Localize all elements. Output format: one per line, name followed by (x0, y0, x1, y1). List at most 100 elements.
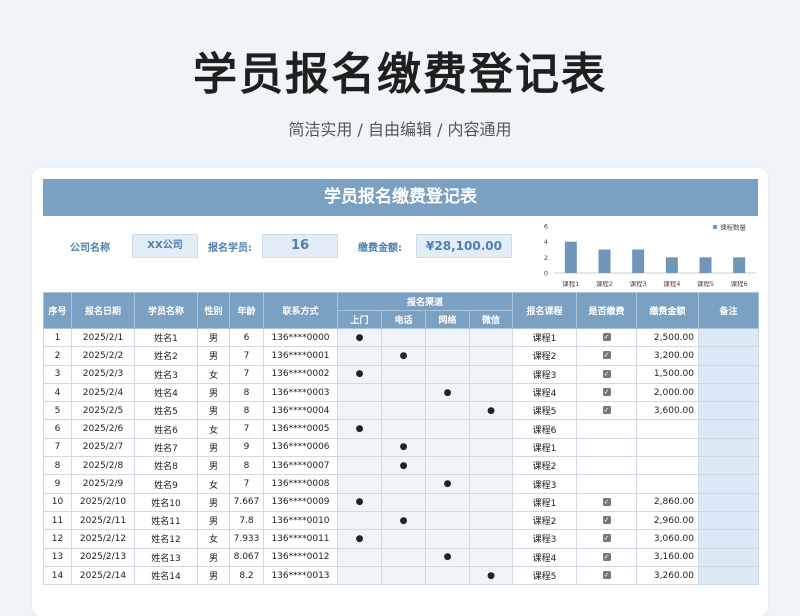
channel-dot-icon[interactable]: ● (337, 492, 382, 512)
cell-date[interactable]: 2025/2/10 (71, 492, 135, 512)
cell-note[interactable] (698, 547, 759, 567)
checkbox-checked-icon[interactable]: ✓ (602, 497, 611, 506)
cell-amount[interactable]: 2,500.00 (636, 327, 699, 348)
cell-channel[interactable] (425, 437, 470, 458)
cell-age[interactable]: 7.933 (229, 529, 264, 549)
cell-contact[interactable]: 136****0011 (263, 529, 338, 549)
cell-course[interactable]: 课程2 (512, 456, 577, 476)
cell-name[interactable]: 姓名10 (134, 492, 198, 512)
cell-amount[interactable] (636, 419, 699, 439)
cell-date[interactable]: 2025/2/7 (71, 437, 135, 458)
cell-age[interactable]: 7 (229, 474, 264, 494)
table-row[interactable]: 6 2025/2/6 姓名6 女 7 136****0005 ● 课程6 (43, 419, 759, 439)
cell-paid[interactable]: ✓ (576, 364, 637, 384)
channel-dot-icon[interactable]: ● (425, 382, 470, 403)
checkbox-checked-icon[interactable]: ✓ (602, 351, 611, 360)
cell-gender[interactable]: 男 (197, 510, 230, 531)
cell-paid[interactable]: ✓ (576, 327, 637, 348)
cell-note[interactable] (698, 529, 759, 549)
cell-name[interactable]: 姓名13 (134, 547, 198, 567)
cell-note[interactable] (698, 474, 759, 494)
cell-contact[interactable]: 136****0002 (263, 364, 338, 384)
cell-no[interactable]: 8 (43, 456, 72, 476)
cell-name[interactable]: 姓名7 (134, 437, 198, 458)
cell-no[interactable]: 4 (43, 382, 72, 403)
cell-gender[interactable]: 男 (197, 327, 230, 348)
cell-contact[interactable]: 136****0001 (263, 346, 338, 366)
cell-age[interactable]: 8 (229, 401, 264, 421)
cell-channel[interactable] (337, 565, 382, 586)
cell-channel[interactable] (337, 346, 382, 366)
cell-gender[interactable]: 男 (197, 401, 230, 421)
cell-channel[interactable] (425, 419, 470, 439)
cell-note[interactable] (698, 327, 759, 348)
cell-paid[interactable]: ✓ (576, 382, 637, 403)
cell-gender[interactable]: 女 (197, 364, 230, 384)
cell-channel[interactable] (337, 456, 382, 476)
cell-paid[interactable]: ✓ (576, 510, 637, 531)
cell-age[interactable]: 7 (229, 419, 264, 439)
cell-date[interactable]: 2025/2/4 (71, 382, 135, 403)
cell-no[interactable]: 13 (43, 547, 72, 567)
table-row[interactable]: 12 2025/2/12 姓名12 女 7.933 136****0011 ● 课程3 ✓ 3,0… (43, 529, 759, 549)
cell-date[interactable]: 2025/2/6 (71, 419, 135, 439)
cell-date[interactable]: 2025/2/8 (71, 456, 135, 476)
cell-course[interactable]: 课程4 (512, 382, 577, 403)
cell-gender[interactable]: 男 (197, 492, 230, 512)
cell-name[interactable]: 姓名4 (134, 382, 198, 403)
cell-channel[interactable] (381, 419, 426, 439)
cell-note[interactable] (698, 401, 759, 421)
cell-name[interactable]: 姓名2 (134, 346, 198, 366)
cell-paid[interactable]: ✓ (576, 492, 637, 512)
cell-no[interactable]: 12 (43, 529, 72, 549)
cell-course[interactable]: 课程1 (512, 327, 577, 348)
table-row[interactable]: 11 2025/2/11 姓名11 男 7.8 136****0010 ● 课程2 ✓ 2,960… (43, 510, 759, 531)
cell-age[interactable]: 8 (229, 382, 264, 403)
cell-gender[interactable]: 男 (197, 547, 230, 567)
cell-date[interactable]: 2025/2/1 (71, 327, 135, 348)
table-row[interactable]: 1 2025/2/1 姓名1 男 6 136****0000 ● 课程1 ✓ 2,500.00 (43, 327, 759, 348)
cell-channel[interactable] (425, 364, 470, 384)
cell-name[interactable]: 姓名8 (134, 456, 198, 476)
cell-note[interactable] (698, 565, 759, 586)
cell-contact[interactable]: 136****0005 (263, 419, 338, 439)
cell-date[interactable]: 2025/2/11 (71, 510, 135, 531)
cell-channel[interactable] (337, 547, 382, 567)
table-row[interactable]: 9 2025/2/9 姓名9 女 7 136****0008 ● 课程3 (43, 474, 759, 494)
cell-no[interactable]: 10 (43, 492, 72, 512)
channel-dot-icon[interactable]: ● (381, 437, 426, 458)
checkbox-checked-icon[interactable]: ✓ (602, 388, 611, 397)
checkbox-checked-icon[interactable]: ✓ (602, 571, 611, 579)
cell-channel[interactable] (425, 529, 470, 549)
channel-dot-icon[interactable]: ● (337, 364, 382, 384)
cell-age[interactable]: 8 (229, 456, 264, 476)
cell-name[interactable]: 姓名1 (134, 327, 198, 348)
cell-channel[interactable] (425, 492, 470, 512)
table-row[interactable]: 8 2025/2/8 姓名8 男 8 136****0007 ● 课程2 (43, 456, 759, 476)
cell-course[interactable]: 课程1 (512, 492, 577, 512)
cell-course[interactable]: 课程2 (512, 510, 577, 531)
cell-channel[interactable] (337, 474, 382, 494)
cell-channel[interactable] (469, 547, 513, 567)
cell-channel[interactable] (469, 456, 513, 476)
cell-age[interactable]: 6 (229, 327, 264, 348)
cell-paid[interactable] (576, 437, 637, 458)
cell-channel[interactable] (425, 565, 470, 586)
cell-gender[interactable]: 女 (197, 529, 230, 549)
cell-course[interactable]: 课程4 (512, 547, 577, 567)
cell-date[interactable]: 2025/2/5 (71, 401, 135, 421)
cell-name[interactable]: 姓名12 (134, 529, 198, 549)
cell-channel[interactable] (469, 529, 513, 549)
cell-channel[interactable] (337, 382, 382, 403)
table-row[interactable]: 10 2025/2/10 姓名10 男 7.667 136****0009 ● 课程1 ✓ 2,8… (43, 492, 759, 512)
cell-channel[interactable] (381, 492, 426, 512)
checkbox-checked-icon[interactable]: ✓ (602, 333, 611, 342)
cell-no[interactable]: 3 (43, 364, 72, 384)
channel-dot-icon[interactable]: ● (337, 529, 382, 549)
cell-age[interactable]: 7 (229, 346, 264, 366)
cell-amount[interactable]: 2,000.00 (636, 382, 699, 403)
cell-date[interactable]: 2025/2/13 (71, 547, 135, 567)
table-row[interactable]: 3 2025/2/3 姓名3 女 7 136****0002 ● 课程3 ✓ 1,500.00 (43, 364, 759, 384)
cell-date[interactable]: 2025/2/12 (71, 529, 135, 549)
cell-amount[interactable]: 2,960.00 (636, 510, 699, 531)
